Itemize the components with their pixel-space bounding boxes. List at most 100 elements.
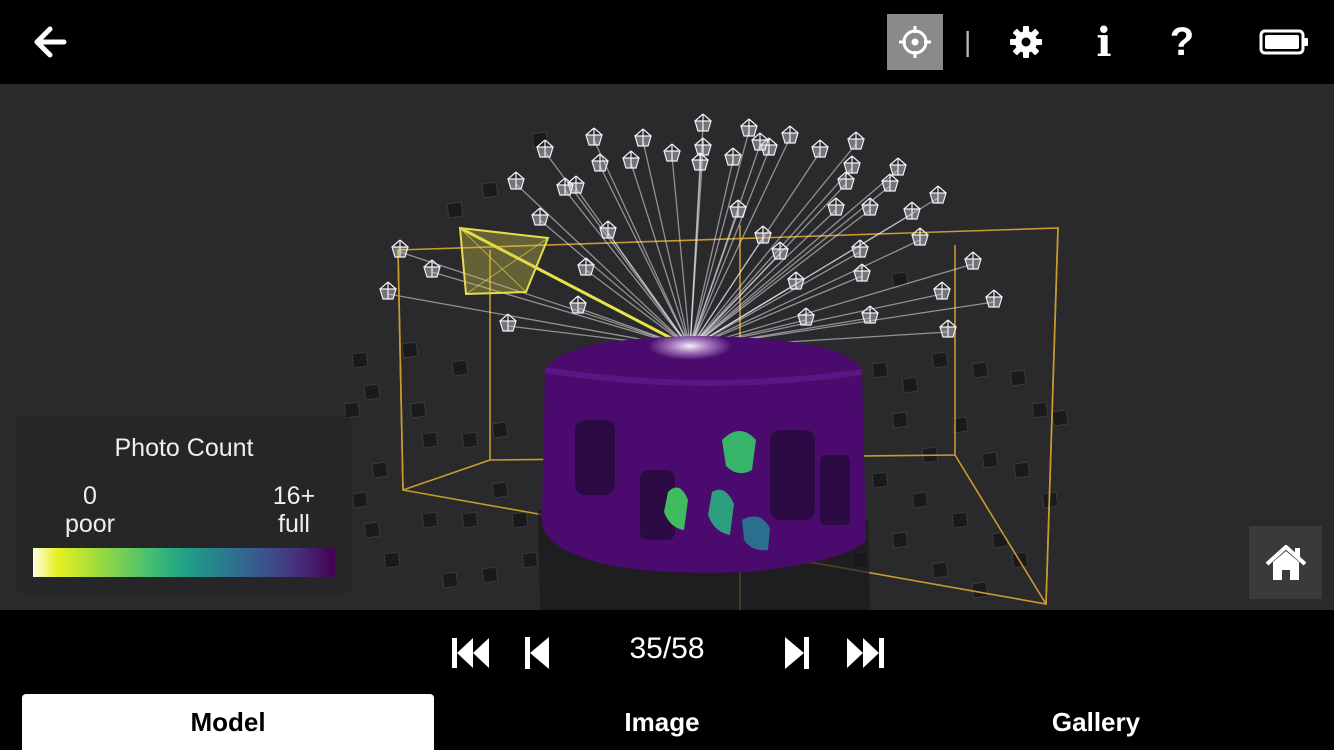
background-camera-marker (363, 521, 381, 539)
camera-marker[interactable] (577, 257, 595, 276)
tab-image[interactable]: Image (456, 694, 868, 750)
last-image-button[interactable] (840, 630, 890, 676)
selected-camera-frustum[interactable] (458, 226, 550, 296)
camera-marker[interactable] (531, 207, 549, 226)
background-camera-marker (451, 359, 469, 377)
first-image-button[interactable] (446, 630, 496, 676)
step-back-icon (525, 637, 549, 669)
camera-marker[interactable] (729, 199, 747, 218)
background-camera-marker (511, 511, 529, 529)
background-camera-marker (491, 421, 509, 439)
camera-marker[interactable] (861, 197, 879, 216)
camera-marker[interactable] (634, 128, 652, 147)
background-camera-marker (991, 531, 1009, 549)
camera-marker[interactable] (663, 143, 681, 162)
top-bar: | i ? (0, 0, 1334, 84)
camera-marker[interactable] (569, 295, 587, 314)
battery-icon (1259, 29, 1308, 55)
camera-marker[interactable] (933, 281, 951, 300)
back-arrow-icon (34, 26, 67, 58)
background-camera-marker (409, 401, 427, 419)
settings-button[interactable] (998, 14, 1054, 70)
camera-marker[interactable] (622, 150, 640, 169)
camera-marker[interactable] (964, 251, 982, 270)
background-camera-marker (421, 431, 439, 449)
camera-marker[interactable] (811, 139, 829, 158)
camera-marker[interactable] (591, 153, 609, 172)
camera-marker[interactable] (599, 220, 617, 239)
background-camera-marker (871, 361, 889, 379)
camera-marker[interactable] (929, 185, 947, 204)
background-camera-marker (521, 551, 539, 569)
camera-marker[interactable] (781, 125, 799, 144)
camera-marker[interactable] (881, 173, 899, 192)
camera-marker[interactable] (724, 147, 742, 166)
background-camera-marker (891, 411, 909, 429)
camera-marker[interactable] (847, 131, 865, 150)
reset-view-button[interactable] (1249, 526, 1322, 599)
previous-image-button[interactable] (512, 630, 562, 676)
back-button[interactable] (22, 14, 78, 70)
tab-gallery[interactable]: Gallery (890, 694, 1302, 750)
legend-min-value: 0 (83, 482, 97, 510)
background-camera-marker (401, 341, 419, 359)
background-camera-marker (446, 201, 464, 219)
background-camera-marker (931, 561, 949, 579)
background-camera-marker (371, 461, 389, 479)
camera-marker[interactable] (391, 239, 409, 258)
camera-marker[interactable] (837, 171, 855, 190)
camera-marker[interactable] (423, 259, 441, 278)
camera-marker[interactable] (585, 127, 603, 146)
camera-ray (689, 239, 921, 349)
camera-marker[interactable] (985, 289, 1003, 308)
background-camera-marker (981, 451, 999, 469)
legend-max-value: 16+ (272, 482, 316, 510)
camera-marker[interactable] (903, 201, 921, 220)
background-camera-marker (1031, 401, 1049, 419)
legend-max-label: full (278, 510, 310, 538)
focus-target-button[interactable] (887, 14, 943, 70)
camera-ray (689, 263, 974, 349)
camera-marker[interactable] (694, 137, 712, 156)
next-image-button[interactable] (772, 630, 822, 676)
crosshair-icon (899, 26, 931, 58)
help-icon: ? (1169, 19, 1195, 64)
tab-model[interactable]: Model (22, 694, 434, 750)
reconstructed-model (538, 332, 870, 610)
background-camera-marker (351, 351, 369, 369)
background-camera-marker (383, 551, 401, 569)
background-camera-marker (971, 361, 989, 379)
camera-marker[interactable] (694, 113, 712, 132)
info-icon: i (1096, 18, 1112, 66)
camera-marker[interactable] (843, 155, 861, 174)
background-camera-marker (1013, 461, 1031, 479)
camera-marker[interactable] (379, 281, 397, 300)
background-camera-marker (971, 581, 989, 599)
step-forward-icon (785, 637, 809, 669)
camera-marker[interactable] (889, 157, 907, 176)
skip-to-end-icon (847, 638, 884, 668)
camera-ray (399, 251, 691, 349)
camera-marker[interactable] (939, 319, 957, 338)
playback-bar: 35/58 (0, 610, 1334, 694)
camera-ray (539, 219, 691, 349)
background-camera-marker (951, 511, 969, 529)
model-viewport[interactable]: Photo Count 0 poor 16+ full (0, 84, 1334, 610)
camera-ray (689, 164, 701, 349)
camera-marker[interactable] (740, 118, 758, 137)
info-button[interactable]: i (1076, 14, 1132, 70)
camera-marker[interactable] (853, 263, 871, 282)
camera-markers[interactable] (379, 113, 1003, 338)
camera-ray (607, 232, 691, 349)
background-camera-marker (441, 571, 459, 589)
background-camera-marker (491, 481, 509, 499)
background-camera-marker (481, 181, 499, 199)
background-camera-marker (931, 351, 949, 369)
camera-marker[interactable] (507, 171, 525, 190)
camera-marker[interactable] (797, 307, 815, 326)
background-camera-marker (461, 511, 479, 529)
skip-to-start-icon (452, 638, 489, 668)
help-button[interactable]: ? (1154, 14, 1210, 70)
camera-marker[interactable] (787, 271, 805, 290)
camera-marker[interactable] (911, 227, 929, 246)
